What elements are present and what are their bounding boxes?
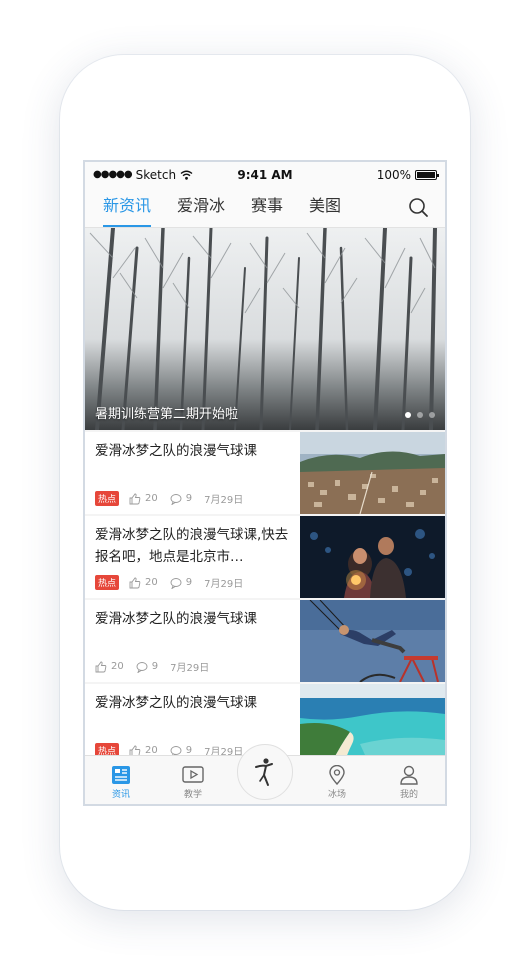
like-count: 20 [145, 577, 158, 588]
pagination-dot-active [405, 412, 411, 418]
news-date: 7月29日 [204, 579, 244, 590]
category-tabs: 新资讯 爱滑冰 赛事 美图 [85, 187, 445, 228]
news-icon [112, 766, 130, 784]
nav-label: 资讯 [111, 790, 130, 800]
nav-teaching[interactable]: 教学 [163, 765, 223, 804]
comment-count: 9 [185, 577, 193, 588]
bottom-tab-bar: 资讯 教学 . 冰场 我的 [85, 744, 445, 804]
news-meta: 热点 20 9 7月29日 [95, 575, 243, 590]
nav-news[interactable]: 资讯 [91, 765, 151, 804]
wifi-icon [180, 170, 193, 180]
news-thumbnail-boy-swing [300, 600, 445, 682]
news-date: 7月29日 [204, 495, 244, 506]
battery-icon [415, 169, 439, 180]
status-bar: ●●●●● Sketch 9:41 AM 100% [85, 162, 445, 187]
like-count: 20 [145, 493, 158, 504]
news-thumbnail-beach-aerial [300, 684, 445, 766]
nav-label: 教学 [183, 790, 202, 800]
signal-icon: ●●●●● [93, 169, 133, 180]
comment-icon[interactable] [170, 577, 182, 589]
news-thumbnail-city-aerial [300, 432, 445, 514]
hot-badge: 热点 [95, 491, 120, 506]
news-meta: 热点 20 9 7月29日 [95, 491, 243, 506]
news-item[interactable]: 爱滑冰梦之队的浪漫气球课,快去报名吧，地点是北京市… 热点 20 9 7月29日 [85, 516, 445, 598]
location-icon [329, 765, 345, 785]
hot-badge: 热点 [95, 575, 120, 590]
thumbs-up-icon[interactable] [129, 577, 141, 589]
news-item[interactable]: 爱滑冰梦之队的浪漫气球课 热点 20 9 7月29日 [85, 432, 445, 514]
news-title: 爱滑冰梦之队的浪漫气球课 [95, 695, 257, 711]
like-count: 20 [111, 661, 124, 672]
news-item[interactable]: 爱滑冰梦之队的浪漫气球课 20 9 7月29日 [85, 600, 445, 682]
app-screen: ●●●●● Sketch 9:41 AM 100% 新资讯 爱滑冰 赛事 美图 [83, 160, 447, 806]
news-title: 爱滑冰梦之队的浪漫气球课 [95, 611, 257, 627]
tab-events[interactable]: 赛事 [251, 187, 283, 227]
nav-label: 冰场 [327, 790, 346, 800]
skater-icon [255, 758, 273, 786]
comment-icon[interactable] [170, 493, 182, 505]
banner-image [85, 228, 445, 430]
pagination-dot [417, 412, 423, 418]
user-icon [400, 765, 418, 785]
search-icon[interactable] [407, 196, 429, 218]
comment-count: 9 [151, 661, 159, 672]
comment-icon[interactable] [136, 661, 148, 673]
battery-percent: 100% [376, 167, 411, 182]
thumbs-up-icon[interactable] [129, 493, 141, 505]
tab-news[interactable]: 新资讯 [103, 187, 152, 227]
nav-profile[interactable]: 我的 [379, 765, 439, 804]
thumbs-up-icon[interactable] [95, 661, 107, 673]
news-title: 爱滑冰梦之队的浪漫气球课 [95, 443, 257, 459]
center-skate-button[interactable] [237, 744, 293, 800]
news-list: 爱滑冰梦之队的浪漫气球课 热点 20 9 7月29日 爱滑冰梦之队的浪漫气球课,… [85, 432, 445, 766]
news-thumbnail-couple-sparkler [300, 516, 445, 598]
nav-rink[interactable]: 冰场 [307, 765, 367, 804]
nav-label: 我的 [399, 790, 418, 800]
banner-carousel[interactable]: 暑期训练营第二期开始啦 [85, 228, 445, 430]
comment-count: 9 [185, 493, 193, 504]
banner-pagination [405, 412, 435, 418]
news-title: 爱滑冰梦之队的浪漫气球课,快去报名吧，地点是北京市… [95, 527, 289, 565]
pagination-dot [429, 412, 435, 418]
banner-caption: 暑期训练营第二期开始啦 [95, 407, 239, 422]
carrier-name: Sketch [135, 167, 177, 182]
tab-gallery[interactable]: 美图 [309, 187, 341, 227]
video-icon [182, 766, 204, 783]
news-date: 7月29日 [170, 663, 210, 674]
news-meta: 20 9 7月29日 [95, 659, 209, 674]
tab-skating[interactable]: 爱滑冰 [177, 187, 225, 227]
